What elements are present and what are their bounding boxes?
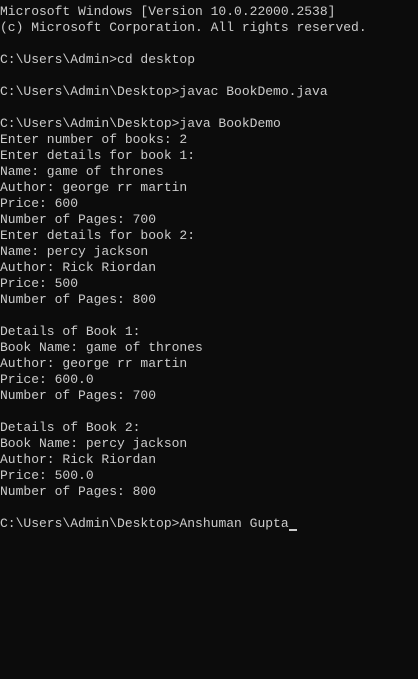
console-line: Details of Book 2: — [0, 420, 141, 435]
console-line: Book Name: game of thrones — [0, 340, 203, 355]
console-line: Price: 600 — [0, 196, 79, 211]
console-line: Number of Pages: 700 — [0, 212, 157, 227]
console-line: Author: Rick Riordan — [0, 260, 157, 275]
console-window[interactable]: Microsoft Windows [Version 10.0.22000.25… — [0, 0, 418, 679]
console-line: Enter details for book 2: — [0, 228, 196, 243]
console-line: Author: george rr martin — [0, 356, 188, 371]
console-line: Price: 500.0 — [0, 468, 94, 483]
text-cursor — [288, 529, 297, 531]
console-line: Number of Pages: 800 — [0, 484, 157, 499]
console-line: C:\Users\Admin>cd desktop — [0, 52, 196, 67]
console-line: Author: george rr martin — [0, 180, 188, 195]
console-line: Name: game of thrones — [0, 164, 164, 179]
console-line: Number of Pages: 700 — [0, 388, 157, 403]
console-line: C:\Users\Admin\Desktop>java BookDemo — [0, 116, 281, 131]
console-output: Microsoft Windows [Version 10.0.22000.25… — [0, 4, 418, 516]
console-line: Price: 600.0 — [0, 372, 94, 387]
console-line: Microsoft Windows [Version 10.0.22000.25… — [0, 4, 336, 19]
console-line: Author: Rick Riordan — [0, 452, 157, 467]
command-input[interactable]: Anshuman Gupta — [179, 516, 288, 532]
prompt-path: C:\Users\Admin\Desktop> — [0, 516, 180, 531]
command-prompt[interactable]: C:\Users\Admin\Desktop> Anshuman Gupta — [0, 516, 418, 532]
console-line: Price: 500 — [0, 276, 79, 291]
console-line: Enter number of books: 2 — [0, 132, 188, 147]
console-line: Enter details for book 1: — [0, 148, 196, 163]
console-line: Name: percy jackson — [0, 244, 149, 259]
console-line: Book Name: percy jackson — [0, 436, 188, 451]
console-line: Number of Pages: 800 — [0, 292, 157, 307]
console-line: Details of Book 1: — [0, 324, 141, 339]
console-line: (c) Microsoft Corporation. All rights re… — [0, 20, 367, 35]
console-line: C:\Users\Admin\Desktop>javac BookDemo.ja… — [0, 84, 328, 99]
